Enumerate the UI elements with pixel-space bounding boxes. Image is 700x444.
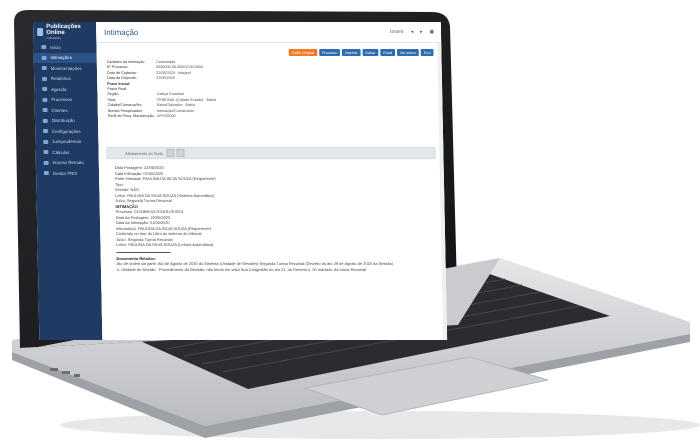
sidebar-item-5[interactable]: Processos [34, 95, 97, 106]
insert-link[interactable]: Inserir [390, 29, 404, 35]
align-left-icon[interactable] [166, 149, 175, 157]
main-area: Intimação Inserir ◂ ▸ ▣ Exibir Original P… [96, 22, 448, 340]
nav-icon [43, 150, 49, 155]
nav-icon [41, 45, 47, 50]
topbar: Intimação Inserir ◂ ▸ ▣ [96, 22, 442, 43]
field-row: Perfil de Pesq. Manutenção: APVSS000 [108, 114, 217, 119]
sidebar-item-7[interactable]: Distribuição [35, 116, 98, 127]
nav-icon [42, 118, 48, 123]
sidebar-item-label: Movimentações [50, 65, 82, 71]
text-line: Leitor: PAULINA DA SILVA SOUZA (Leitura … [116, 242, 214, 247]
action-button-0[interactable]: Exibir Original [289, 49, 318, 56]
sidebar-item-label: Acesso Remoto [52, 160, 84, 166]
sidebar-item-label: Gestor PRO [52, 170, 77, 176]
sidebar-item-0[interactable]: Início [33, 42, 96, 53]
nav-icon [42, 97, 48, 102]
field-label: Perfil de Pesq. Manutenção: [107, 114, 155, 119]
nav-icon [43, 171, 49, 176]
action-button-3[interactable]: Salvar [362, 49, 379, 56]
sidebar-item-4[interactable]: Agenda [34, 84, 97, 95]
screen: Publicações Online Intimações Início Inti… [33, 22, 448, 340]
nav-icon [41, 66, 47, 71]
sidebar-item-label: Cálculos [52, 149, 70, 155]
nav-icon [41, 55, 47, 60]
sidebar-item-label: Distribuição [51, 118, 75, 124]
sidebar-item-label: Clientes [51, 107, 68, 113]
sidebar-item-10[interactable]: Cálculos [36, 147, 99, 158]
action-button-6[interactable]: Excl [420, 49, 434, 56]
sidebar-item-label: Intimações [50, 55, 72, 61]
page-title: Intimação [104, 27, 139, 37]
sidebar-item-label: Início [50, 44, 61, 50]
field-value: APVSS000 [156, 114, 176, 119]
nav-icon [42, 87, 48, 92]
brand: Publicações Online Intimações [33, 22, 96, 42]
sidebar-item-1[interactable]: Intimações [33, 52, 97, 63]
logo-icon [37, 28, 44, 36]
content-panel: Exibir Original Processo Imprimir Salvar Ema… [96, 43, 448, 340]
text-tabbar: Alinhamento do Texto [106, 147, 436, 159]
sidebar-item-label: Agenda [51, 86, 67, 92]
next-arrow-icon[interactable]: ▸ [420, 29, 423, 35]
field-value: 22/06/2020 [156, 76, 176, 81]
action-button-5[interactable]: Ver anexo [397, 49, 420, 56]
sidebar-item-label: Configurações [51, 128, 81, 134]
sidebar-item-label: Jurisprudência [52, 139, 82, 145]
action-button-2[interactable]: Imprimir [341, 49, 361, 56]
sidebar-item-8[interactable]: Configurações [35, 126, 98, 137]
window-icon[interactable]: ▣ [429, 29, 434, 35]
sidebar: Publicações Online Intimações Início Inti… [33, 22, 103, 340]
nav-icon [43, 160, 49, 165]
sidebar-item-3[interactable]: Relatórios [34, 74, 97, 85]
action-toolbar: Exibir Original Processo Imprimir Salvar Ema… [289, 49, 434, 56]
sidebar-item-9[interactable]: Jurisprudência [35, 137, 98, 148]
intimation-text: Data Postagem: 22/06/2020 Data Intimação:… [115, 165, 394, 272]
prev-arrow-icon[interactable]: ◂ [411, 29, 414, 35]
sidebar-item-label: Processos [51, 97, 73, 103]
text-line: n. Unidade de Sessão · Procedimento da D… [116, 266, 367, 272]
sidebar-item-6[interactable]: Clientes [35, 105, 98, 116]
sidebar-item-2[interactable]: Movimentações [34, 63, 97, 74]
brand-name: Publicações Online [46, 24, 81, 36]
sidebar-item-12[interactable]: Gestor PRO [36, 168, 99, 179]
text-line: Ato de ordem da parte: Ato de Agosto de … [116, 261, 394, 266]
nav-icon [41, 76, 47, 81]
tab-text-alignment[interactable]: Alinhamento do Texto [125, 151, 163, 156]
sidebar-item-11[interactable]: Acesso Remoto [36, 158, 99, 169]
action-button-1[interactable]: Processo [319, 49, 340, 56]
nav-icon [43, 129, 49, 134]
action-button-4[interactable]: Email [380, 49, 396, 56]
brand-subtitle: Intimações [46, 36, 61, 40]
nav-icon [42, 108, 48, 113]
sidebar-nav: Início Intimações Movimentações Relatórios A… [33, 42, 99, 179]
sidebar-item-label: Relatórios [50, 76, 71, 82]
align-justify-icon[interactable] [176, 149, 185, 157]
detail-fields: Cadastro da Intimação: Cadastrada Nº Proce… [107, 60, 217, 119]
nav-icon [43, 139, 49, 144]
divider [116, 251, 171, 253]
